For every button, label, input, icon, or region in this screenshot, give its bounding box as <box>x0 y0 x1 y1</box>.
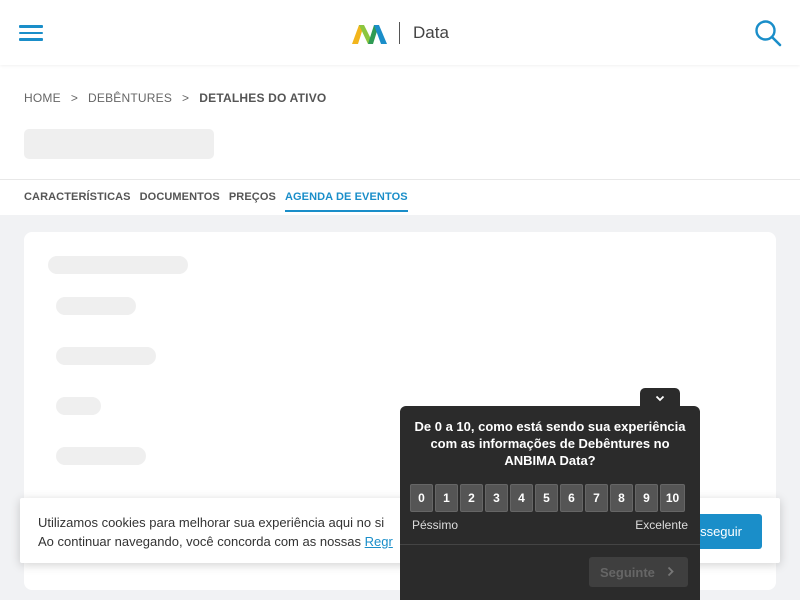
skeleton-line <box>56 347 156 365</box>
score-1[interactable]: 1 <box>435 484 458 512</box>
score-6[interactable]: 6 <box>560 484 583 512</box>
score-3[interactable]: 3 <box>485 484 508 512</box>
survey-question: De 0 a 10, como está sendo sua experiênc… <box>414 419 686 468</box>
score-10[interactable]: 10 <box>660 484 685 512</box>
skeleton-line <box>56 447 146 465</box>
scale-low-label: Péssimo <box>412 518 459 532</box>
cookie-line-2: Ao continuar navegando, você concorda co… <box>38 532 393 551</box>
page-subheader: HOME > DEBÊNTURES > DETALHES DO ATIVO CA… <box>0 65 800 215</box>
breadcrumb-separator: > <box>182 91 190 105</box>
survey-collapse-toggle[interactable] <box>640 388 680 408</box>
nps-survey-popup: De 0 a 10, como está sendo sua experiênc… <box>400 406 700 600</box>
score-4[interactable]: 4 <box>510 484 533 512</box>
logo-divider <box>399 22 400 44</box>
score-0[interactable]: 0 <box>410 484 433 512</box>
anbima-logo[interactable] <box>352 22 387 44</box>
survey-divider <box>400 544 700 545</box>
survey-next-label: Seguinte <box>600 564 655 580</box>
title-skeleton <box>24 129 214 159</box>
tabs-divider <box>0 179 800 180</box>
cookie-line-1: Utilizamos cookies para melhorar sua exp… <box>38 515 385 530</box>
score-2[interactable]: 2 <box>460 484 483 512</box>
score-9[interactable]: 9 <box>635 484 658 512</box>
brand-text: Data <box>413 23 449 42</box>
breadcrumb-current: DETALHES DO ATIVO <box>199 91 327 105</box>
cookie-line-2-text: Ao continuar navegando, você concorda co… <box>38 534 365 549</box>
skeleton-heading <box>48 256 188 274</box>
score-8[interactable]: 8 <box>610 484 633 512</box>
cookie-rules-link[interactable]: Regr <box>365 534 393 549</box>
breadcrumb-separator: > <box>70 91 79 105</box>
breadcrumb-debentures[interactable]: DEBÊNTURES <box>88 91 172 105</box>
score-7[interactable]: 7 <box>585 484 608 512</box>
breadcrumb-home[interactable]: HOME <box>24 91 61 105</box>
cookie-message: Utilizamos cookies para melhorar sua exp… <box>38 513 393 551</box>
tab-bar: CARACTERÍSTICAS DOCUMENTOS PREÇOS AGENDA… <box>24 191 417 212</box>
score-5[interactable]: 5 <box>535 484 558 512</box>
breadcrumb: HOME > DEBÊNTURES > DETALHES DO ATIVO <box>24 91 326 105</box>
hamburger-menu-icon[interactable] <box>19 23 44 43</box>
tab-documentos[interactable]: DOCUMENTOS <box>140 191 220 212</box>
tab-precos[interactable]: PREÇOS <box>229 191 276 212</box>
chevron-down-icon <box>655 395 665 401</box>
tab-agenda-de-eventos[interactable]: AGENDA DE EVENTOS <box>284 191 408 212</box>
chevron-right-icon <box>667 566 674 577</box>
top-header: Data <box>0 0 800 65</box>
tab-caracteristicas[interactable]: CARACTERÍSTICAS <box>24 191 131 212</box>
search-icon[interactable] <box>754 19 782 47</box>
score-scale: 0 1 2 3 4 5 6 7 8 9 10 <box>410 484 685 512</box>
scale-high-label: Excelente <box>635 518 688 532</box>
skeleton-line <box>56 297 136 315</box>
survey-next-button[interactable]: Seguinte <box>589 557 688 587</box>
skeleton-line <box>56 397 101 415</box>
